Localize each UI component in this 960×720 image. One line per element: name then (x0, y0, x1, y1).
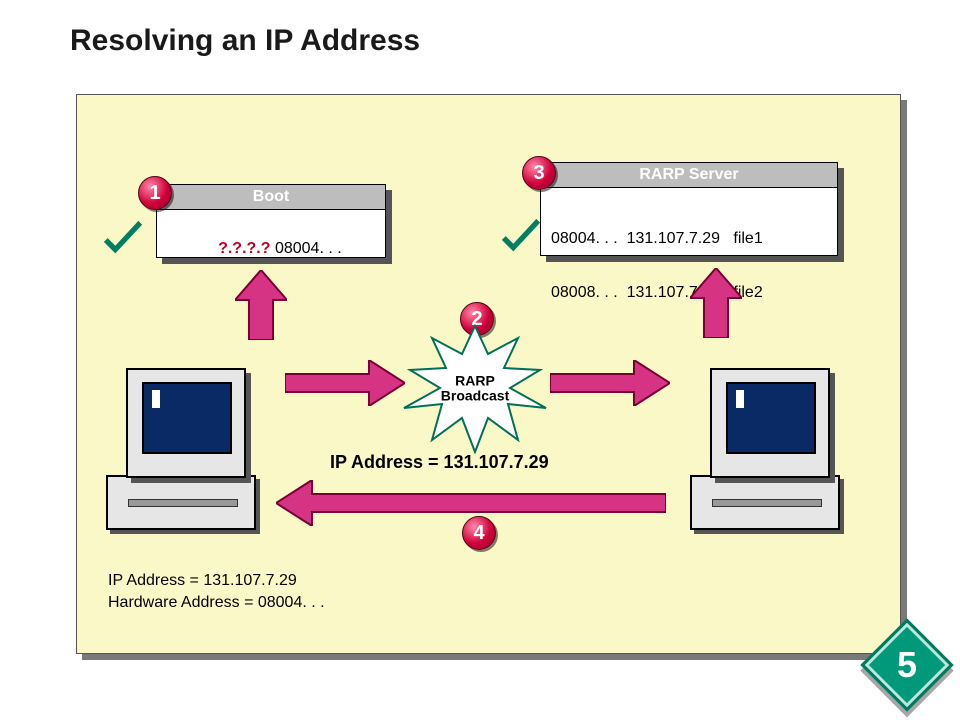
rarp-server-panel: RARP Server 08004. . . 131.107.7.29 file… (540, 162, 838, 256)
arrow-up-icon (690, 268, 742, 338)
arrow-right-icon (285, 360, 405, 406)
slide-number: 5 (897, 644, 917, 686)
step-3-badge: 3 (522, 156, 556, 190)
slide-number-badge: 5 (864, 622, 950, 708)
rarp-panel-body: 08004. . . 131.107.7.29 file1 08008. . .… (541, 188, 837, 344)
check-icon (498, 218, 544, 258)
check-icon (100, 220, 146, 260)
boot-mac: 08004. . . (271, 240, 342, 257)
client-computer-icon (96, 340, 266, 530)
arrow-right-icon (550, 360, 670, 406)
server-computer-icon (680, 340, 850, 530)
client-ip-line: IP Address = 131.107.7.29 (108, 570, 325, 592)
step-1-badge: 1 (138, 176, 172, 210)
rarp-row-2: 08008. . . 131.107.7.28 file2 (551, 284, 827, 302)
client-info: IP Address = 131.107.7.29 Hardware Addre… (108, 570, 325, 613)
page-title: Resolving an IP Address (70, 24, 420, 58)
boot-unknown-ip: ?.?.?.? (218, 240, 270, 257)
boot-panel-heading: Boot (157, 185, 385, 210)
arrow-up-icon (235, 270, 287, 340)
rarp-panel-heading: RARP Server (541, 163, 837, 188)
rarp-broadcast-icon: RARP Broadcast (400, 324, 550, 454)
boot-panel: Boot ?.?.?.? 08004. . . (156, 184, 386, 258)
broadcast-line1: RARP (455, 373, 495, 389)
client-mac-line: Hardware Address = 08004. . . (108, 592, 325, 614)
broadcast-line2: Broadcast (441, 388, 509, 404)
ip-reply-label: IP Address = 131.107.7.29 (330, 452, 549, 473)
arrow-left-icon (276, 480, 666, 526)
broadcast-label: RARP Broadcast (441, 374, 509, 405)
rarp-row-1: 08004. . . 131.107.7.29 file1 (551, 230, 827, 248)
